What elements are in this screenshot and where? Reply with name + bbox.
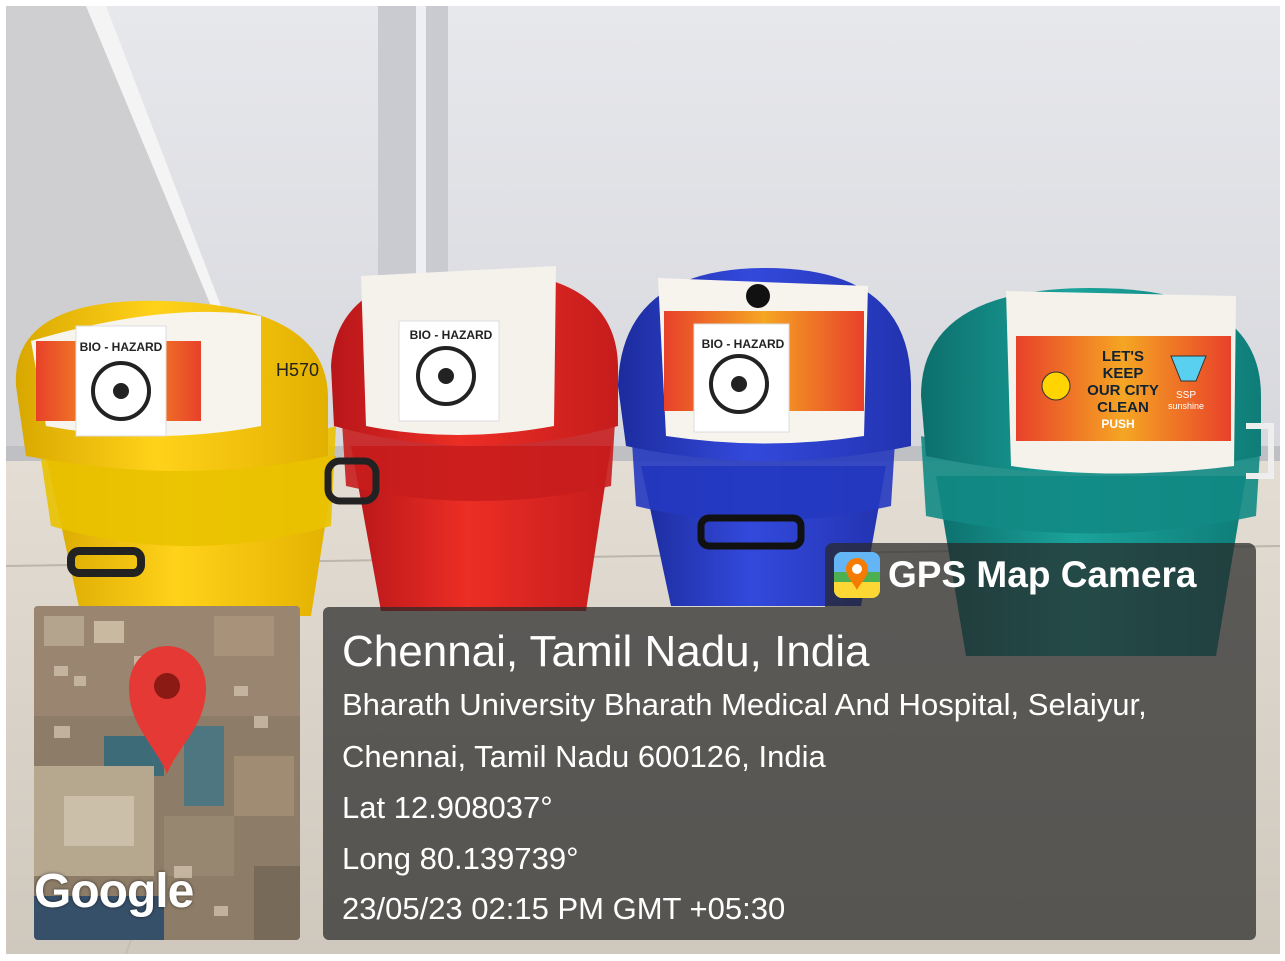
city-line: Chennai, Tamil Nadu, India [342, 627, 870, 676]
address-line-1: Bharath University Bharath Medical And H… [342, 687, 1147, 722]
clean-city-line2: KEEP [1103, 365, 1144, 382]
latitude: Lat 12.908037° [342, 790, 553, 825]
brand-sub: sunshine [1168, 401, 1204, 411]
location-info-panel: Chennai, Tamil Nadu, India Bharath Unive… [323, 607, 1256, 940]
app-title: GPS Map Camera [888, 554, 1197, 595]
push-label: PUSH [1101, 417, 1134, 431]
timestamp: 23/05/23 02:15 PM GMT +05:30 [342, 891, 786, 926]
clean-city-line3: OUR CITY [1087, 382, 1159, 399]
map-pin-icon [834, 552, 880, 598]
brand-label: SSP [1176, 390, 1196, 401]
map-thumbnail: Google [34, 606, 300, 940]
biohazard-label-3: BIO - HAZARD [702, 337, 785, 351]
handwritten-code: H570 [276, 360, 319, 380]
google-logo: Google [34, 865, 194, 918]
clean-city-line4: CLEAN [1097, 399, 1149, 416]
longitude: Long 80.139739° [342, 841, 579, 876]
app-badge: GPS Map Camera [825, 543, 1256, 607]
biohazard-label: BIO - HAZARD [80, 340, 163, 354]
biohazard-label-2: BIO - HAZARD [410, 328, 493, 342]
address-line-2: Chennai, Tamil Nadu 600126, India [342, 739, 826, 774]
clean-city-line1: LET'S [1102, 348, 1144, 365]
